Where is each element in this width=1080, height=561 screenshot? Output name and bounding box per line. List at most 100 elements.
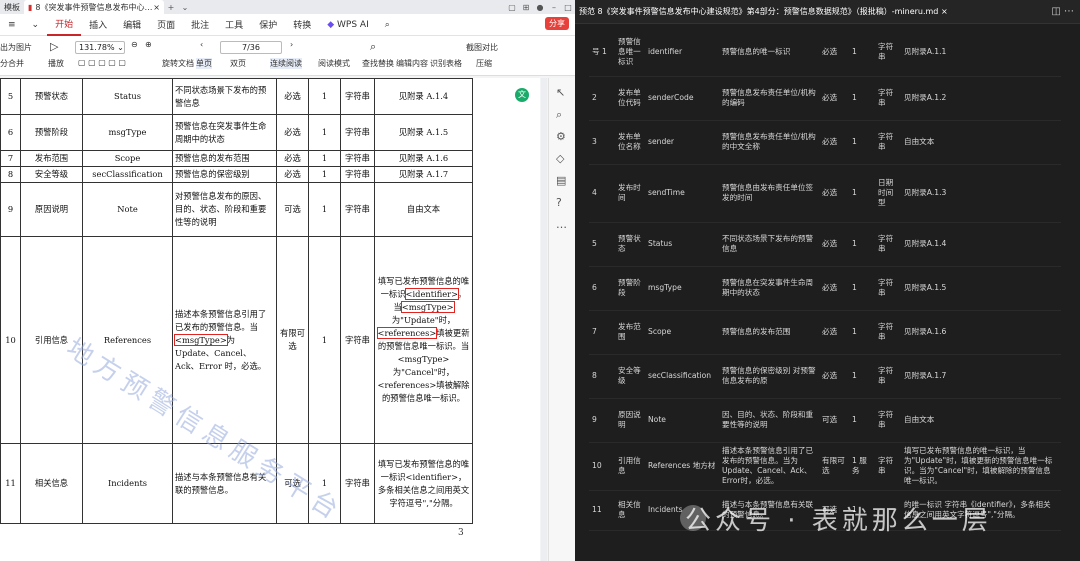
page-input[interactable]: 7/36 — [220, 41, 282, 54]
avatar[interactable]: ● — [533, 3, 547, 12]
md-cell-no: 5 — [589, 222, 615, 267]
screenshot-compare-button[interactable]: 截图对比 — [466, 42, 498, 53]
window-icon[interactable]: ▢ — [505, 3, 519, 12]
view-icons[interactable]: ▢ ▢ ▢ ▢ ▢ — [78, 58, 126, 67]
double-page-button[interactable]: 双页 — [230, 58, 246, 69]
play-icon[interactable]: ▷ — [50, 40, 58, 53]
row11-note: 填写已发布预警信息的唯一标识<identifier>，多条相关信息之间用英文字符… — [374, 443, 473, 524]
md-cell-desc: 预警信息由发布责任单位签发的时间 — [719, 164, 819, 223]
add-tab-icon[interactable]: + — [164, 3, 178, 12]
menu-icon[interactable]: ≡ — [0, 20, 24, 30]
compress-button[interactable]: 压缩 — [476, 58, 492, 69]
find-replace-button[interactable]: 查找替换 — [362, 58, 394, 69]
menu-insert[interactable]: 插入 — [81, 18, 115, 31]
menu-convert[interactable]: 转换 — [285, 18, 319, 31]
continuous-read-button[interactable]: 连续阅读 — [270, 58, 302, 69]
editor-tab[interactable]: 预范 8《突发事件预警信息发布中心建设规范》第4部分：预警信息数据规范》（报批稿… — [575, 6, 952, 17]
adjust-icon[interactable]: ⚙ — [556, 130, 566, 143]
md-row: 6 预警阶段 msgType 预警信息在突发事件生命周期中的状态 必选 1 字符串 见附录A.… — [589, 266, 1061, 311]
cell-req: 必选 — [276, 78, 309, 115]
export-image-button[interactable]: 出为图片 — [0, 42, 32, 53]
menu-edit[interactable]: 编辑 — [115, 18, 149, 31]
vertical-scrollbar[interactable] — [541, 78, 547, 561]
file-menu-arrow-icon[interactable]: ⌄ — [24, 20, 48, 30]
translate-icon[interactable]: 文 — [515, 88, 529, 102]
zoom-select[interactable]: 131.78% ⌄ — [75, 41, 125, 54]
md-cell-req: 必选 — [819, 266, 849, 311]
cell-no: 5 — [0, 78, 21, 115]
tab-document[interactable]: ▮ 8《突发事件预警信息发布中心… × — [24, 0, 164, 14]
md-cell-no: 6 — [589, 266, 615, 311]
search-icon[interactable]: ⌕ — [377, 20, 398, 30]
cell-req: 必选 — [276, 114, 309, 151]
single-page-button[interactable]: 单页 — [196, 58, 212, 69]
cell-name: 预警阶段 — [20, 114, 83, 151]
menu-tools[interactable]: 工具 — [217, 18, 251, 31]
cursor-icon[interactable]: ↖ — [556, 86, 565, 99]
md-cell-note: 见附录A.1.7 — [901, 354, 1061, 399]
md-row: 8 安全等级 secClassification 预警信息的保密级别 对预警信息发布的… — [589, 354, 1061, 399]
zoom-out-icon[interactable]: ⊖ — [131, 40, 138, 49]
md-cell-no: 4 — [589, 164, 615, 223]
merge-button[interactable]: 分合并 — [0, 58, 24, 69]
more-icon[interactable]: … — [556, 218, 567, 231]
row10-no: 10 — [0, 236, 21, 444]
panel-icon[interactable]: ▤ — [556, 174, 566, 187]
md-row: 7 发布范围 Scope 预警信息的发布范围 必选 1 字符串 见附录A.1.6 — [589, 310, 1061, 355]
ribbon-toolbar: 出为图片 分合并 ▷ 播放 131.78% ⌄ ⊖ ⊕ ▢ ▢ ▢ ▢ ▢ 旋转… — [0, 36, 575, 76]
md-cell-desc: 预警信息的保密级别 对预警信息发布的原 — [719, 354, 819, 399]
row10-note-part3: 为"Update"时， — [391, 315, 456, 325]
md-cell-note: 自由文本 — [901, 120, 1061, 165]
next-page-icon[interactable]: › — [290, 40, 293, 49]
split-editor-icon[interactable]: ◫ ⋯ — [1051, 6, 1074, 17]
shapes-icon[interactable]: ◇ — [556, 152, 564, 165]
chevron-down-icon[interactable]: ⌄ — [178, 3, 192, 12]
row11-code: Incidents — [82, 443, 173, 524]
row10-note-part4: 填被更新的预警信息唯一标识。当<msgType>为"Cancel"时，<refe… — [377, 328, 470, 403]
menu-wps-ai[interactable]: ◆ WPS AI — [319, 20, 377, 30]
recognize-table-button[interactable]: 识别表格 — [430, 58, 462, 69]
menu-bar: ≡ ⌄ 开始 插入 编辑 页面 批注 工具 保护 转换 ◆ WPS AI ⌕ 分… — [0, 14, 575, 36]
play-button[interactable]: 播放 — [48, 58, 64, 69]
cell-code: Scope — [82, 150, 173, 167]
md-table: 号 1 预警信息唯一标识 identifier 预警信息的唯一标识 必选 1 字符串 见附录A… — [589, 28, 1061, 531]
table-row: 5 预警状态 Status 不同状态场景下发布的预警信息 必选 1 字符串 见附录 A.1.4 — [0, 78, 473, 115]
md-cell-desc: 预警信息的唯一标识 — [719, 28, 819, 77]
prev-page-icon[interactable]: ‹ — [200, 40, 203, 49]
cell-count: 1 — [308, 182, 341, 237]
menu-protect[interactable]: 保护 — [251, 18, 285, 31]
close-icon[interactable]: × — [153, 3, 160, 12]
md-cell-type: 字符串 — [875, 310, 901, 355]
cell-count: 1 — [308, 114, 341, 151]
cell-count: 1 — [308, 78, 341, 115]
edit-content-button[interactable]: 编辑内容 — [396, 58, 428, 69]
table-row: 9 原因说明 Note 对预警信息发布的原因、目的、状态、阶段和重要性等的说明 可选 1 字… — [0, 182, 473, 237]
grid-icon[interactable]: ⊞ — [519, 3, 533, 12]
read-mode-button[interactable]: 阅读模式 — [318, 58, 350, 69]
search-side-icon[interactable]: ⌕ — [556, 108, 562, 122]
md-cell-type: 字符串 — [875, 76, 901, 121]
rotate-button[interactable]: 旋转文档 — [162, 58, 194, 69]
menu-annotate[interactable]: 批注 — [183, 18, 217, 31]
help-icon[interactable]: ? — [556, 196, 562, 209]
find-icon[interactable]: ⌕ — [370, 40, 376, 54]
page-number: 3 — [458, 528, 464, 538]
minimize-icon[interactable]: – — [547, 3, 561, 12]
tab-templates[interactable]: 模板 — [0, 0, 24, 14]
md-cell-type: 字符串 — [875, 222, 901, 267]
right-side-panel: ↖ ⌕ ⚙ ◇ ▤ ? … — [548, 78, 575, 561]
cell-note: 见附录 A.1.6 — [374, 150, 473, 167]
row10-count: 1 — [308, 236, 341, 444]
zoom-in-icon[interactable]: ⊕ — [145, 40, 152, 49]
menu-start[interactable]: 开始 — [47, 14, 82, 36]
md-cell-desc: 不同状态场景下发布的预警信息 — [719, 222, 819, 267]
tab-document-label: 8《突发事件预警信息发布中心… — [35, 2, 153, 12]
cell-type: 字符串 — [340, 166, 375, 183]
md-cell-code: identifier — [645, 28, 719, 77]
maximize-icon[interactable]: □ — [561, 3, 575, 12]
menu-page[interactable]: 页面 — [149, 18, 183, 31]
share-button[interactable]: 分享 — [545, 17, 569, 30]
highlight-references: <references> — [376, 327, 438, 339]
md-cell-req: 可选 — [819, 398, 849, 443]
close-tab-icon[interactable]: × — [941, 7, 948, 16]
